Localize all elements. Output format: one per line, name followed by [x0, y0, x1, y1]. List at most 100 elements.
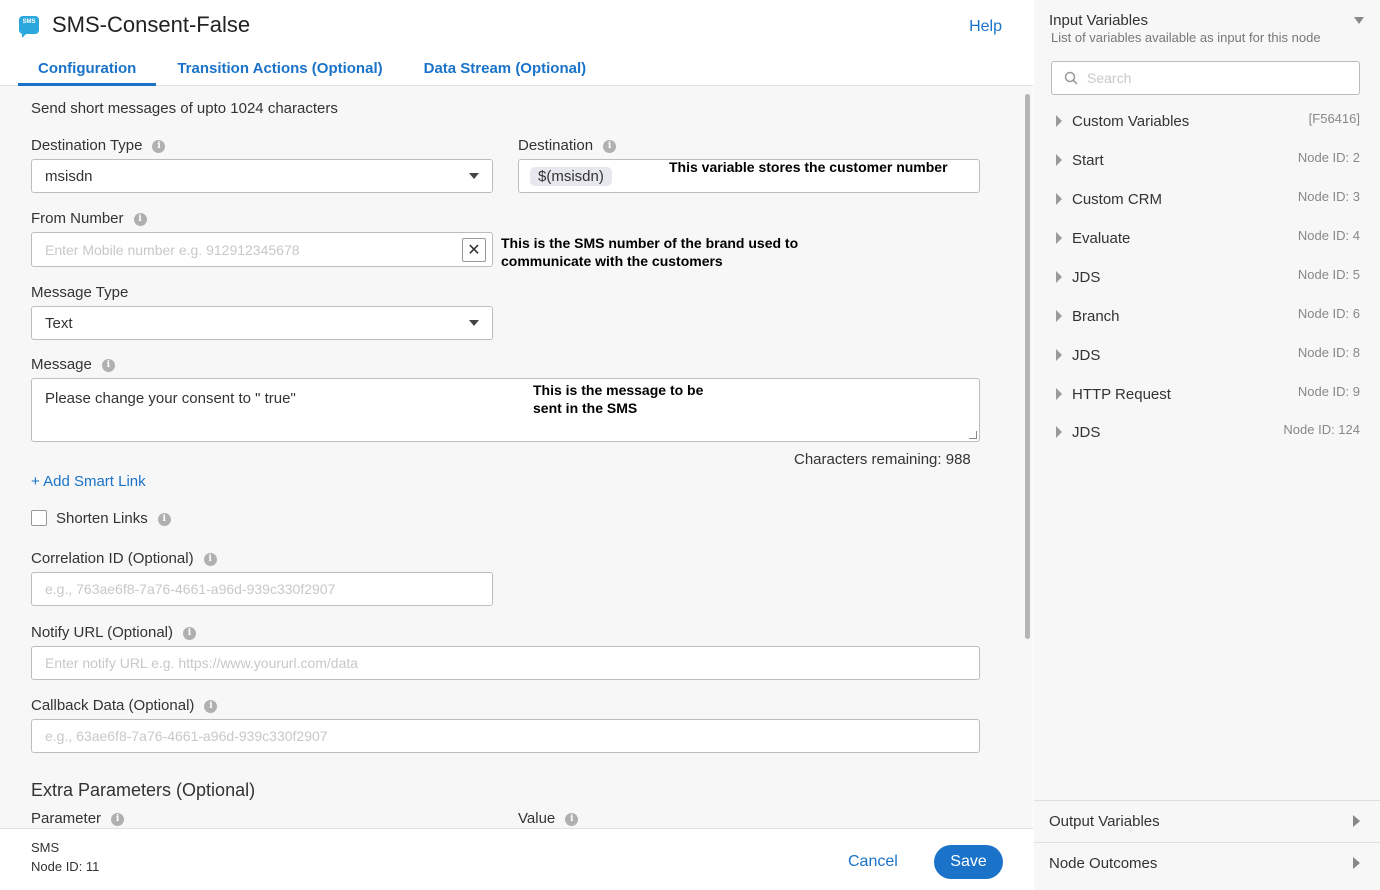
page-title: SMS-Consent-False: [52, 12, 251, 37]
message-annotation: This is the message to be sent in the SM…: [533, 382, 704, 416]
shorten-links-checkbox[interactable]: [31, 510, 47, 526]
message-type-label: Message Type: [31, 284, 129, 301]
search-placeholder: Search: [1087, 70, 1132, 86]
from-number-annotation: This is the SMS number of the brand used…: [501, 235, 799, 269]
callback-data-label: Callback Data (Optional) i: [31, 697, 218, 714]
expand-icon: [1056, 388, 1062, 400]
node-type: SMS: [31, 840, 60, 855]
sms-icon-text: SMS: [22, 19, 36, 25]
destination-type-label-text: Destination Type: [31, 137, 143, 154]
info-icon[interactable]: i: [203, 553, 217, 566]
destination-type-select[interactable]: msisdn: [31, 159, 493, 193]
notify-url-input[interactable]: Enter notify URL e.g. https://www.yourur…: [31, 646, 980, 680]
from-number-label: From Number i: [31, 210, 147, 227]
node-outcomes-section[interactable]: Node Outcomes: [1034, 842, 1380, 884]
from-number-label-text: From Number: [31, 210, 124, 227]
correlation-id-label: Correlation ID (Optional) i: [31, 550, 217, 567]
correlation-id-input[interactable]: e.g., 763ae6f8-7a76-4661-a96d-939c330f29…: [31, 572, 493, 606]
variable-group[interactable]: JDS Node ID: 124: [1034, 422, 1380, 446]
variable-group-meta: Node ID: 2: [1297, 150, 1360, 165]
help-link[interactable]: Help: [969, 18, 1002, 36]
expand-icon: [1056, 115, 1062, 127]
resize-handle[interactable]: [969, 431, 977, 439]
tab-transition-actions[interactable]: Transition Actions (Optional): [157, 58, 402, 86]
variable-group-meta: [F56416]: [1308, 111, 1360, 126]
variable-group-name: HTTP Request: [1072, 386, 1171, 403]
variable-group-name: JDS: [1072, 424, 1101, 441]
expand-icon: [1353, 857, 1360, 869]
callback-data-placeholder: e.g., 63ae6f8-7a76-4661-a96d-939c330f290…: [45, 728, 328, 744]
variable-group[interactable]: Branch Node ID: 6: [1034, 306, 1380, 330]
message-type-value: Text: [45, 314, 73, 332]
message-textarea[interactable]: Please change your consent to " true": [31, 378, 980, 442]
variable-group-meta: Node ID: 4: [1297, 228, 1360, 243]
cancel-button[interactable]: Cancel: [848, 853, 898, 871]
variable-group[interactable]: JDS Node ID: 5: [1034, 267, 1380, 291]
parameter-label-text: Parameter: [31, 810, 102, 827]
message-label: Message i: [31, 356, 115, 373]
variable-chip[interactable]: $(msisdn): [530, 166, 612, 186]
panel-footer: SMS Node ID: 11 Cancel Save: [0, 828, 1033, 890]
info-icon[interactable]: i: [152, 140, 166, 153]
add-smart-link-button[interactable]: + Add Smart Link: [31, 473, 146, 490]
variable-group-name: JDS: [1072, 347, 1101, 364]
characters-remaining: Characters remaining: 988: [794, 451, 971, 468]
variable-group[interactable]: Start Node ID: 2: [1034, 150, 1380, 174]
node-config-panel: SMS SMS-Consent-False Help Configuration…: [0, 0, 1033, 890]
expand-icon: [1056, 310, 1062, 322]
variable-group-meta: Node ID: 8: [1297, 345, 1360, 360]
scrollbar[interactable]: [1025, 94, 1030, 639]
node-id: Node ID: 11: [31, 859, 100, 874]
variable-group-meta: Node ID: 124: [1283, 422, 1360, 437]
extra-parameters-heading: Extra Parameters (Optional): [31, 780, 256, 800]
info-icon[interactable]: i: [111, 813, 125, 826]
info-icon[interactable]: i: [565, 813, 579, 826]
expand-icon: [1056, 349, 1062, 361]
correlation-id-placeholder: e.g., 763ae6f8-7a76-4661-a96d-939c330f29…: [45, 581, 336, 597]
tab-data-stream[interactable]: Data Stream (Optional): [404, 58, 607, 86]
notify-url-label-text: Notify URL (Optional): [31, 624, 173, 641]
tab-configuration[interactable]: Configuration: [18, 58, 157, 86]
info-icon[interactable]: i: [183, 627, 196, 640]
variable-group-meta: Node ID: 3: [1297, 189, 1360, 204]
shorten-links-label-text: Shorten Links: [56, 510, 148, 527]
message-type-select[interactable]: Text: [31, 306, 493, 340]
chevron-down-icon: [469, 173, 479, 179]
collapse-icon[interactable]: [1354, 17, 1364, 24]
from-number-input[interactable]: Enter Mobile number e.g. 912912345678 ✕: [31, 232, 493, 267]
expand-icon: [1056, 271, 1062, 283]
info-icon[interactable]: i: [603, 140, 617, 153]
variable-group-meta: Node ID: 5: [1297, 267, 1360, 282]
panel-header: SMS SMS-Consent-False Help Configuration…: [0, 0, 1033, 86]
variable-group[interactable]: JDS Node ID: 8: [1034, 345, 1380, 369]
expand-icon: [1056, 154, 1062, 166]
variable-group[interactable]: HTTP Request Node ID: 9: [1034, 384, 1380, 408]
correlation-id-label-text: Correlation ID (Optional): [31, 550, 194, 567]
variable-group[interactable]: Evaluate Node ID: 4: [1034, 228, 1380, 252]
output-variables-label: Output Variables: [1049, 813, 1160, 830]
sms-icon: SMS: [19, 16, 39, 38]
info-icon[interactable]: i: [157, 513, 171, 526]
notify-url-label: Notify URL (Optional) i: [31, 624, 196, 641]
message-text: Please change your consent to " true": [45, 390, 296, 407]
variable-group-name: JDS: [1072, 269, 1101, 286]
info-icon[interactable]: i: [101, 359, 115, 372]
info-icon[interactable]: i: [204, 700, 218, 713]
search-input[interactable]: Search: [1051, 61, 1360, 95]
info-icon[interactable]: i: [133, 213, 147, 226]
variable-group-meta: Node ID: 9: [1297, 384, 1360, 399]
value-label-text: Value: [518, 810, 556, 827]
save-button[interactable]: Save: [934, 845, 1003, 879]
clear-icon[interactable]: ✕: [462, 238, 486, 262]
expand-icon: [1056, 193, 1062, 205]
from-number-placeholder: Enter Mobile number e.g. 912912345678: [45, 241, 300, 258]
variable-group[interactable]: Custom CRM Node ID: 3: [1034, 189, 1380, 213]
callback-data-input[interactable]: e.g., 63ae6f8-7a76-4661-a96d-939c330f290…: [31, 719, 980, 753]
input-variables-subtitle: List of variables available as input for…: [1051, 30, 1321, 45]
parameter-label: Parameter i: [31, 810, 125, 827]
output-variables-section[interactable]: Output Variables: [1034, 800, 1380, 842]
variable-group[interactable]: Custom Variables [F56416]: [1034, 111, 1380, 135]
destination-label: Destination i: [518, 137, 617, 154]
search-icon: [1064, 71, 1078, 85]
notify-url-placeholder: Enter notify URL e.g. https://www.yourur…: [45, 655, 359, 671]
